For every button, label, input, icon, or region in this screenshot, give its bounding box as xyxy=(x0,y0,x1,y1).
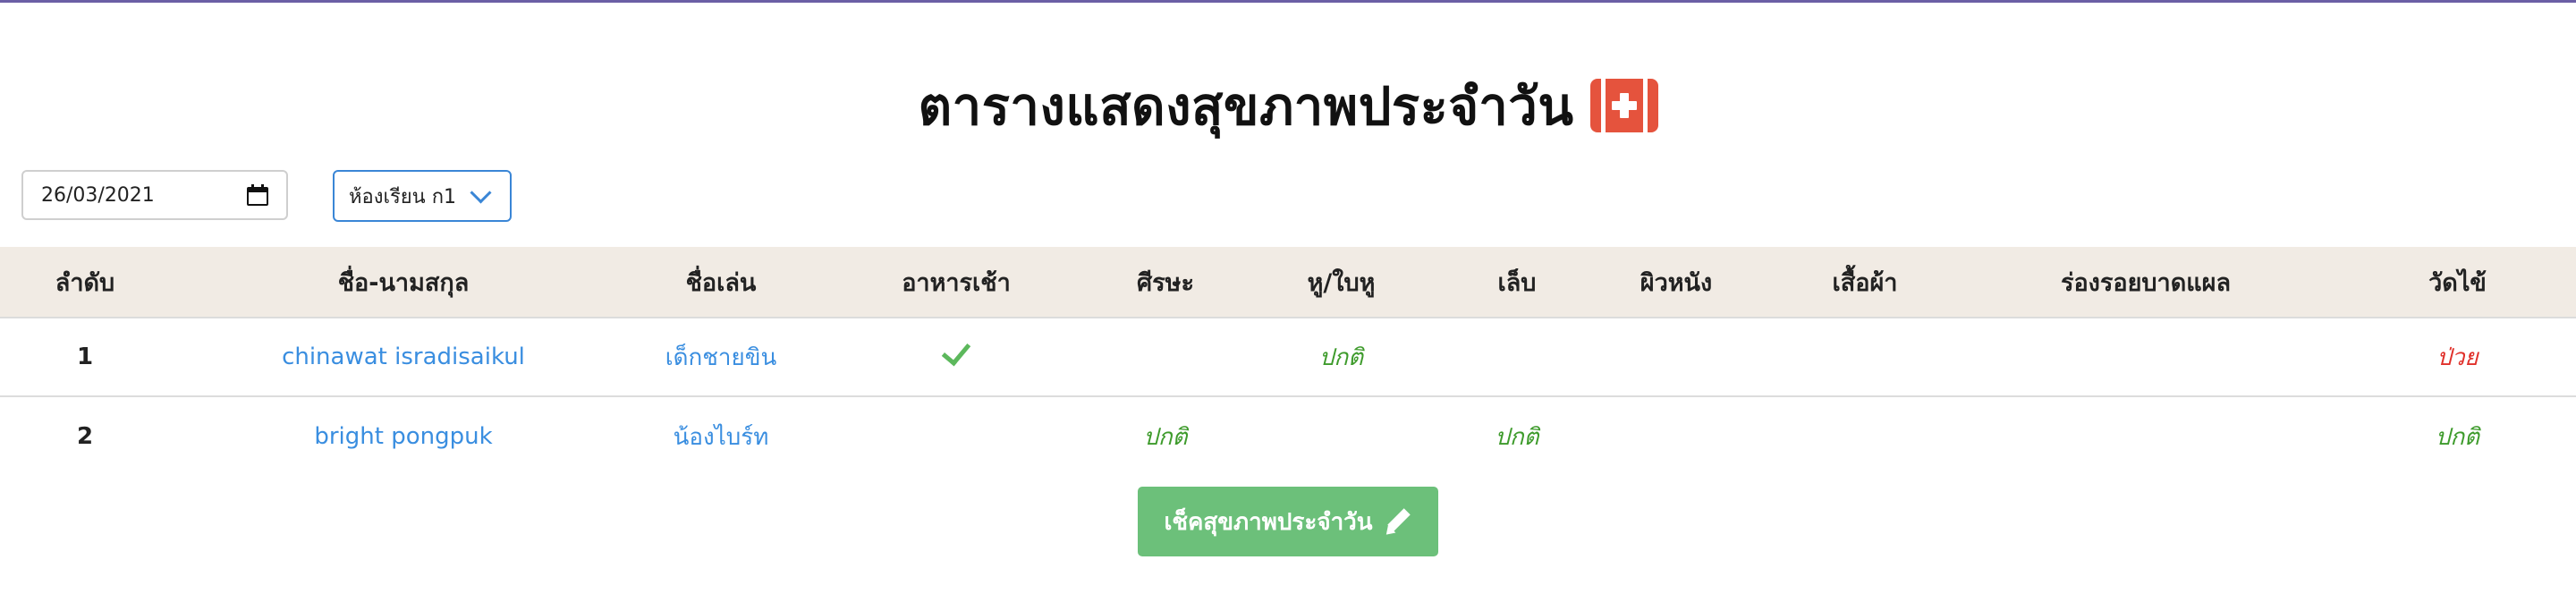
column-header-wound: ร่องรอยบาดแผล xyxy=(2060,268,2232,297)
classroom-select-value: ห้องเรียน ก1 xyxy=(349,185,457,208)
column-header-name: ชื่อ-นามสกุล xyxy=(337,268,470,297)
student-name-link[interactable]: bright pongpuk xyxy=(170,423,637,450)
check-icon xyxy=(941,335,971,367)
daily-health-check-label: เช็คสุขภาพประจำวัน xyxy=(1164,508,1373,536)
fever-status: ปกติ xyxy=(2435,423,2480,451)
column-header-fever: วัดไข้ xyxy=(2428,268,2487,297)
column-header-nickname: ชื่อเล่น xyxy=(685,268,757,297)
chevron-down-icon xyxy=(470,181,492,204)
head-status: ปกติ xyxy=(1143,423,1188,451)
table-row: 1 chinawat isradisaikul เด็กชายขิน ปกติ … xyxy=(0,318,2576,397)
nail-status: ปกติ xyxy=(1495,423,1539,451)
page-title: ตารางแสดงสุขภาพประจำวัน xyxy=(918,75,1574,137)
pencil-icon xyxy=(1382,506,1412,539)
column-header-breakfast: อาหารเช้า xyxy=(902,268,1011,297)
column-header-clothes: เสื้อผ้า xyxy=(1832,268,1898,297)
date-value: 26/03/2021 xyxy=(41,183,155,207)
calendar-icon[interactable] xyxy=(247,184,268,206)
column-header-no: ลำดับ xyxy=(55,268,115,297)
daily-health-check-button[interactable]: เช็คสุขภาพประจำวัน xyxy=(1138,487,1438,556)
top-accent-line xyxy=(0,0,2576,3)
student-name-link[interactable]: chinawat isradisaikul xyxy=(170,344,637,370)
date-input[interactable]: 26/03/2021 xyxy=(21,170,288,220)
page-header: ตารางแสดงสุขภาพประจำวัน xyxy=(0,70,2576,141)
breakfast-cell xyxy=(805,335,1107,370)
column-header-ear: หู/ใบหู xyxy=(1307,268,1376,297)
row-number: 1 xyxy=(76,344,94,370)
student-nickname-link[interactable]: น้องไบร์ท xyxy=(637,419,805,455)
health-table: ลำดับ ชื่อ-นามสกุล ชื่อเล่น อาหารเช้า ศี… xyxy=(0,247,2576,476)
table-row: 2 bright pongpuk น้องไบร์ท ปกติ ปกติ ปกต… xyxy=(0,397,2576,476)
column-header-nail: เล็บ xyxy=(1497,268,1537,297)
classroom-select[interactable]: ห้องเรียน ก1 xyxy=(333,170,512,222)
student-nickname-link[interactable]: เด็กชายขิน xyxy=(637,339,805,376)
ear-status: ปกติ xyxy=(1318,344,1364,371)
column-header-skin: ผิวหนัง xyxy=(1640,268,1713,297)
column-header-head: ศีรษะ xyxy=(1137,268,1194,297)
fever-status: ป่วย xyxy=(2436,344,2479,371)
row-number: 2 xyxy=(76,423,94,450)
table-header: ลำดับ ชื่อ-นามสกุล ชื่อเล่น อาหารเช้า ศี… xyxy=(0,247,2576,318)
medical-kit-icon xyxy=(1589,79,1658,132)
